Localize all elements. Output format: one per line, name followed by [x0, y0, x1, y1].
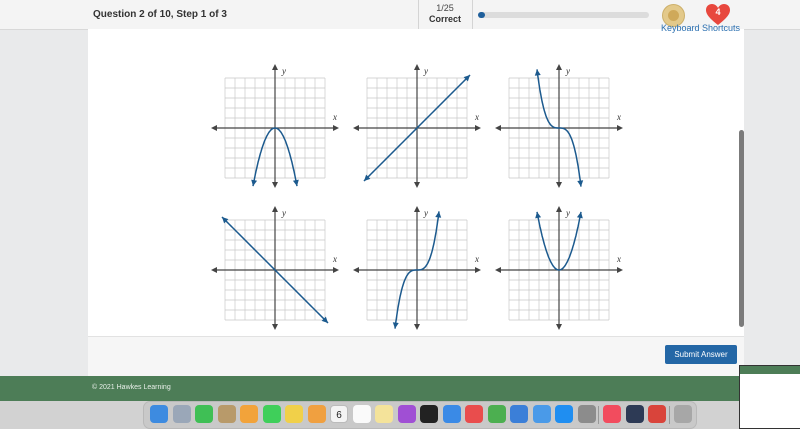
- axis-arrow-icon: [414, 324, 420, 330]
- music-icon[interactable]: [603, 405, 621, 423]
- axis-arrow-icon: [495, 125, 501, 131]
- y-axis-label: y: [281, 66, 286, 76]
- y-axis-label: y: [281, 208, 286, 218]
- footer: © 2021 Hawkes Learning: [0, 376, 800, 401]
- axis-arrow-icon: [353, 125, 359, 131]
- score-display: 1/25 Correct: [420, 3, 470, 25]
- x-axis-label: x: [616, 254, 621, 264]
- axis-arrow-icon: [211, 125, 217, 131]
- calendar-day: 6: [336, 410, 342, 421]
- axis-arrow-icon: [211, 267, 217, 273]
- graph-option-4[interactable]: xy: [205, 204, 345, 332]
- graph-option-6[interactable]: xy: [489, 204, 629, 332]
- messages-icon[interactable]: [262, 405, 281, 423]
- axis-arrow-icon: [617, 125, 623, 131]
- copyright-text: © 2021 Hawkes Learning: [92, 384, 171, 391]
- y-axis-label: y: [423, 66, 428, 76]
- y-axis-label: y: [565, 208, 570, 218]
- axis-arrow-icon: [556, 324, 562, 330]
- progress-fill: [478, 12, 485, 18]
- axis-arrow-icon: [495, 267, 501, 273]
- y-axis-label: y: [423, 208, 428, 218]
- axis-arrow-icon: [272, 206, 278, 212]
- axis-arrow-icon: [272, 182, 278, 188]
- score-label: Correct: [428, 14, 461, 24]
- axis-arrow-icon: [556, 182, 562, 188]
- x-axis-label: x: [616, 112, 621, 122]
- calendar-icon[interactable]: 6: [330, 405, 348, 423]
- axis-arrow-icon: [414, 182, 420, 188]
- tv-icon[interactable]: [420, 405, 438, 423]
- axis-arrow-icon: [353, 267, 359, 273]
- curve-arrow-icon: [292, 179, 299, 187]
- lives-count: 4: [715, 7, 721, 17]
- contacts-icon[interactable]: [217, 405, 236, 423]
- photos-icon[interactable]: [240, 405, 258, 423]
- axis-arrow-icon: [414, 206, 420, 212]
- submit-answer-button[interactable]: Submit Answer: [665, 345, 737, 364]
- progress-bar: [478, 12, 649, 18]
- news-icon[interactable]: [465, 405, 483, 423]
- dock-separator: [598, 406, 599, 424]
- x-axis-label: x: [332, 112, 337, 122]
- axis-arrow-icon: [333, 125, 339, 131]
- question-label: Question 2 of 10, Step 1 of 3: [93, 9, 227, 20]
- photobooth-icon[interactable]: [648, 405, 666, 423]
- stickies-icon[interactable]: [375, 405, 393, 423]
- divider: [472, 0, 473, 29]
- podcasts-icon[interactable]: [397, 405, 416, 423]
- axis-arrow-icon: [475, 267, 481, 273]
- curve-arrow-icon: [576, 211, 583, 219]
- axis-arrow-icon: [556, 64, 562, 70]
- launchpad-icon[interactable]: [172, 405, 191, 423]
- axis-arrow-icon: [475, 125, 481, 131]
- pages-icon[interactable]: [307, 405, 326, 423]
- axis-arrow-icon: [272, 64, 278, 70]
- appstore-icon[interactable]: [555, 405, 573, 423]
- graph-option-2[interactable]: xy: [347, 62, 487, 190]
- finder-icon[interactable]: [150, 405, 168, 423]
- notes-icon[interactable]: [285, 405, 303, 423]
- graph-option-5[interactable]: xy: [347, 204, 487, 332]
- divider: [418, 0, 419, 29]
- axis-arrow-icon: [333, 267, 339, 273]
- keyboard-shortcuts-link[interactable]: Keyboard Shortcuts: [661, 23, 740, 33]
- axis-arrow-icon: [414, 64, 420, 70]
- axis-arrow-icon: [556, 206, 562, 212]
- chrome-icon[interactable]: [487, 405, 506, 423]
- safari-icon[interactable]: [442, 405, 461, 423]
- trash-icon[interactable]: [673, 405, 692, 423]
- curve-arrow-icon: [535, 211, 542, 219]
- window-preview-thumbnail[interactable]: [739, 365, 800, 429]
- settings-icon[interactable]: [577, 405, 596, 423]
- axis-arrow-icon: [272, 324, 278, 330]
- y-axis-label: y: [565, 66, 570, 76]
- curve-arrow-icon: [251, 179, 258, 187]
- x-axis-label: x: [332, 254, 337, 264]
- axis-arrow-icon: [617, 267, 623, 273]
- keynote-icon[interactable]: [510, 405, 528, 423]
- x-axis-label: x: [474, 254, 479, 264]
- submit-area: [88, 336, 744, 377]
- reminders-icon[interactable]: [352, 405, 371, 423]
- dock-separator: [668, 406, 670, 424]
- graph-option-3[interactable]: xy: [489, 62, 629, 190]
- facetime-icon[interactable]: [195, 405, 213, 423]
- x-axis-label: x: [474, 112, 479, 122]
- graph-option-1[interactable]: xy: [205, 62, 345, 190]
- mail-icon[interactable]: [532, 405, 551, 423]
- steam-icon[interactable]: [625, 405, 644, 423]
- scrollbar[interactable]: [739, 130, 744, 327]
- dock: 6: [143, 401, 697, 429]
- score-fraction: 1/25: [436, 3, 454, 13]
